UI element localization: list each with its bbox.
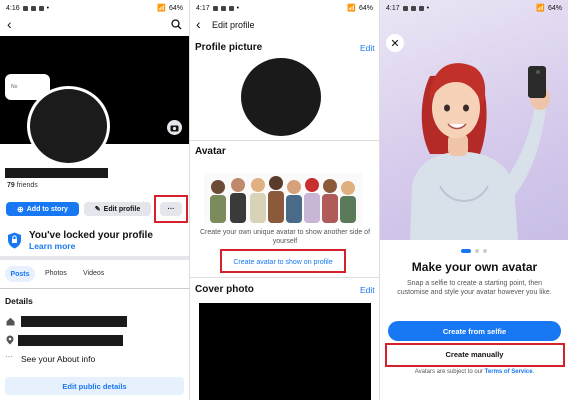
message-icon (38, 5, 44, 11)
terms-of-service-link[interactable]: Terms of Service (485, 369, 533, 375)
more-options-highlight (154, 195, 188, 223)
profile-picture-heading: Profile picture (195, 42, 263, 53)
add-to-story-label: Add to story (26, 205, 68, 213)
signal-icon: 📶 (536, 5, 545, 12)
dot-icon: • (236, 4, 240, 12)
battery-level: 64% (168, 4, 183, 12)
status-time: 4:17 (386, 4, 400, 12)
section-divider (0, 256, 189, 260)
tab-photos[interactable]: Photos (45, 270, 67, 277)
notification-icon (22, 5, 28, 11)
cover-camera-button[interactable] (167, 120, 182, 135)
make-avatar-heading: Make your own avatar (411, 260, 538, 274)
see-about-info-link[interactable]: See your About info (21, 354, 95, 364)
locked-profile-title: You've locked your profile (29, 230, 153, 241)
tab-videos[interactable]: Videos (83, 270, 104, 277)
section-divider (190, 277, 379, 278)
back-arrow-icon[interactable]: ‹ (7, 16, 12, 32)
status-time: 4:16 (6, 4, 20, 12)
battery-level: 64% (358, 4, 373, 12)
details-heading: Details (5, 296, 33, 306)
detail-redacted-2 (18, 335, 123, 346)
friends-count-line[interactable]: 79 friends (7, 182, 38, 189)
pagination-dot (475, 249, 479, 253)
profile-name-redacted (5, 168, 108, 178)
section-divider (190, 140, 379, 141)
pencil-icon: ✎ (94, 206, 101, 213)
cover-photo-heading: Cover photo (195, 284, 254, 295)
edit-profile-label: Edit profile (103, 205, 141, 213)
add-to-story-button[interactable]: ⊕ Add to story (6, 202, 79, 216)
dot-icon: • (426, 4, 430, 12)
profile-screen: 4:16 • 📶 64% ‹ No 79 friends ⊕ Add to st… (0, 0, 189, 400)
detail-redacted-1 (21, 316, 127, 327)
close-button[interactable]: ✕ (386, 34, 404, 52)
home-icon (6, 317, 15, 326)
lock-shield-icon (8, 232, 21, 249)
learn-more-link[interactable]: Learn more (29, 241, 75, 251)
search-icon[interactable] (171, 19, 182, 30)
pagination-dot (483, 249, 487, 253)
profile-picture-preview (241, 58, 321, 136)
tab-divider (0, 288, 189, 289)
linkedin-icon (410, 5, 416, 11)
avatar-heading: Avatar (195, 146, 226, 157)
status-bar: 4:16 • 📶 64% (0, 0, 189, 16)
pagination-dot-active (461, 249, 471, 253)
edit-profile-title: Edit profile (212, 20, 255, 30)
dot-icon: • (46, 4, 50, 12)
friends-count: 79 (7, 182, 15, 189)
edit-profile-screen: 4:17 • 📶 64% ‹ Edit profile Profile pict… (189, 0, 379, 400)
edit-public-details-button[interactable]: Edit public details (5, 377, 184, 395)
create-from-selfie-label: Create from selfie (442, 326, 507, 336)
avatar-group-image (204, 173, 362, 223)
status-bar: 4:17 • 📶 64% (190, 0, 379, 16)
notification-icon (402, 5, 408, 11)
message-icon (418, 5, 424, 11)
create-manually-highlight (385, 343, 565, 367)
avatar-caption: Create your own unique avatar to show an… (199, 229, 371, 245)
signal-icon: 📶 (347, 5, 356, 12)
screenshot-collage: 4:16 • 📶 64% ‹ No 79 friends ⊕ Add to st… (0, 0, 568, 400)
battery-level: 64% (547, 4, 562, 12)
edit-public-details-label: Edit public details (62, 381, 127, 391)
avatar-creation-screen: 4:17 • 📶 64% ✕ Make your own avatar Snap… (379, 0, 568, 400)
cover-photo-preview (199, 303, 371, 400)
tab-posts[interactable]: Posts (5, 266, 35, 282)
location-pin-icon (6, 335, 14, 345)
profile-picture-edit-link[interactable]: Edit (360, 43, 375, 53)
profile-picture[interactable] (27, 86, 110, 166)
avatar-description: Snap a selfie to create a starting point… (397, 280, 552, 296)
pagination-dots (461, 249, 487, 253)
create-avatar-highlight (220, 249, 346, 273)
status-bar: 4:17 • 📶 64% (380, 0, 568, 16)
status-time: 4:17 (196, 4, 210, 12)
message-icon (228, 5, 234, 11)
edit-profile-button[interactable]: ✎ Edit profile (84, 202, 151, 216)
avatar-illustration (410, 63, 550, 240)
cover-photo-edit-link[interactable]: Edit (360, 285, 375, 295)
linkedin-icon (30, 5, 36, 11)
create-from-selfie-button[interactable]: Create from selfie (388, 321, 561, 341)
close-icon: ✕ (390, 37, 400, 50)
camera-icon (170, 125, 179, 131)
signal-icon: 📶 (157, 5, 166, 12)
friends-label: friends (16, 182, 38, 189)
terms-suffix: . (532, 369, 535, 375)
back-arrow-icon[interactable]: ‹ (196, 16, 201, 32)
cover-tag-label: No (11, 84, 18, 90)
notification-icon (212, 5, 218, 11)
terms-line: Avatars are subject to our Terms of Serv… (380, 369, 568, 375)
plus-circle-icon: ⊕ (17, 204, 24, 214)
linkedin-icon (220, 5, 226, 11)
more-dots-icon: ··· (5, 352, 13, 361)
terms-prefix: Avatars are subject to our (414, 369, 483, 375)
